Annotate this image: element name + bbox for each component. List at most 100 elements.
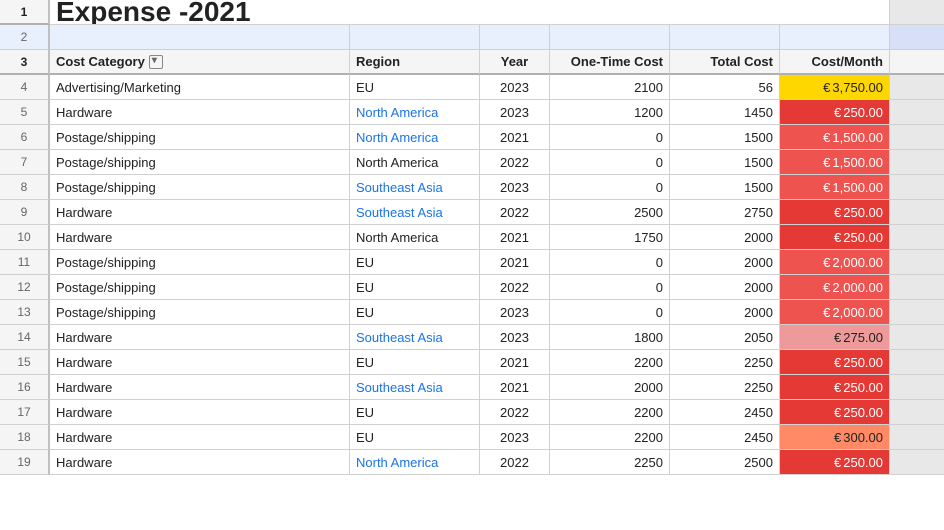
g-col-4 xyxy=(890,75,944,100)
cell-b-18: EU xyxy=(350,425,480,450)
cell-e-12: 2000 xyxy=(670,275,780,300)
euro-sign-16: € xyxy=(834,380,841,395)
filter-icon[interactable] xyxy=(149,55,163,69)
cell-b-17: EU xyxy=(350,400,480,425)
cost-month-value-19: 250.00 xyxy=(843,455,883,470)
cell-c-13: 2023 xyxy=(480,300,550,325)
cell-d-18: 2200 xyxy=(550,425,670,450)
cell-a-15: Hardware xyxy=(50,350,350,375)
cell-f-15: €250.00 xyxy=(780,350,890,375)
row-num-8: 8 xyxy=(0,175,50,200)
cell-e-9: 2750 xyxy=(670,200,780,225)
cell-f-11: €2,000.00 xyxy=(780,250,890,275)
row-num-7: 7 xyxy=(0,150,50,175)
cell-e-7: 1500 xyxy=(670,150,780,175)
cell-c-9: 2022 xyxy=(480,200,550,225)
row-num-3: 3 xyxy=(0,50,50,75)
cost-month-value-8: 1,500.00 xyxy=(832,180,883,195)
row-num-6: 6 xyxy=(0,125,50,150)
cell-c-4: 2023 xyxy=(480,75,550,100)
row2-c xyxy=(480,25,550,50)
cost-month-value-15: 250.00 xyxy=(843,355,883,370)
cell-b-8[interactable]: Southeast Asia xyxy=(350,175,480,200)
g-col-7 xyxy=(890,150,944,175)
row-num-16: 16 xyxy=(0,375,50,400)
cell-e-5: 1450 xyxy=(670,100,780,125)
euro-sign-17: € xyxy=(834,405,841,420)
cell-a-8: Postage/shipping xyxy=(50,175,350,200)
euro-sign-4: € xyxy=(823,80,830,95)
euro-sign-19: € xyxy=(834,455,841,470)
cost-month-value-11: 2,000.00 xyxy=(832,255,883,270)
cell-c-5: 2023 xyxy=(480,100,550,125)
cell-b-10: North America xyxy=(350,225,480,250)
g-col-13 xyxy=(890,300,944,325)
cell-b-12: EU xyxy=(350,275,480,300)
row-num-17: 17 xyxy=(0,400,50,425)
cell-f-12: €2,000.00 xyxy=(780,275,890,300)
cell-d-5: 1200 xyxy=(550,100,670,125)
cell-b-14[interactable]: Southeast Asia xyxy=(350,325,480,350)
cell-a-19: Hardware xyxy=(50,450,350,475)
cell-e-15: 2250 xyxy=(670,350,780,375)
cell-b-15: EU xyxy=(350,350,480,375)
header-cost-category[interactable]: Cost Category xyxy=(50,50,350,75)
euro-sign-14: € xyxy=(834,330,841,345)
g-col-3 xyxy=(890,50,944,75)
cell-f-7: €1,500.00 xyxy=(780,150,890,175)
cell-c-14: 2023 xyxy=(480,325,550,350)
cost-month-value-4: 3,750.00 xyxy=(832,80,883,95)
euro-sign-15: € xyxy=(834,355,841,370)
row-num-14: 14 xyxy=(0,325,50,350)
cell-f-10: €250.00 xyxy=(780,225,890,250)
grid: 1 Expense -2021 2 3 Cost Category Region… xyxy=(0,0,944,475)
cell-f-5: €250.00 xyxy=(780,100,890,125)
cell-b-7: North America xyxy=(350,150,480,175)
cell-d-13: 0 xyxy=(550,300,670,325)
cell-c-7: 2022 xyxy=(480,150,550,175)
cell-c-12: 2022 xyxy=(480,275,550,300)
row-num-11: 11 xyxy=(0,250,50,275)
cell-b-9[interactable]: Southeast Asia xyxy=(350,200,480,225)
cell-d-11: 0 xyxy=(550,250,670,275)
cell-c-11: 2021 xyxy=(480,250,550,275)
cell-b-16[interactable]: Southeast Asia xyxy=(350,375,480,400)
cell-e-14: 2050 xyxy=(670,325,780,350)
cell-c-19: 2022 xyxy=(480,450,550,475)
cell-a-16: Hardware xyxy=(50,375,350,400)
cost-month-value-6: 1,500.00 xyxy=(832,130,883,145)
euro-sign-6: € xyxy=(823,130,830,145)
row2-f xyxy=(780,25,890,50)
cell-a-11: Postage/shipping xyxy=(50,250,350,275)
cost-month-value-5: 250.00 xyxy=(843,105,883,120)
cell-f-6: €1,500.00 xyxy=(780,125,890,150)
cell-a-7: Postage/shipping xyxy=(50,150,350,175)
g-col-19 xyxy=(890,450,944,475)
g-col-11 xyxy=(890,250,944,275)
spreadsheet-title: Expense -2021 xyxy=(56,0,251,25)
cell-b-6[interactable]: North America xyxy=(350,125,480,150)
cell-d-19: 2250 xyxy=(550,450,670,475)
cell-e-17: 2450 xyxy=(670,400,780,425)
cell-f-13: €2,000.00 xyxy=(780,300,890,325)
cell-a-12: Postage/shipping xyxy=(50,275,350,300)
cell-d-9: 2500 xyxy=(550,200,670,225)
cell-b-19[interactable]: North America xyxy=(350,450,480,475)
cost-month-value-17: 250.00 xyxy=(843,405,883,420)
euro-sign-18: € xyxy=(834,430,841,445)
cell-b-5[interactable]: North America xyxy=(350,100,480,125)
header-year: Year xyxy=(480,50,550,75)
g-col-18 xyxy=(890,425,944,450)
cell-a-17: Hardware xyxy=(50,400,350,425)
cell-d-12: 0 xyxy=(550,275,670,300)
cell-c-10: 2021 xyxy=(480,225,550,250)
header-one-time-cost: One-Time Cost xyxy=(550,50,670,75)
euro-sign-8: € xyxy=(823,180,830,195)
g-col-9 xyxy=(890,200,944,225)
cell-f-8: €1,500.00 xyxy=(780,175,890,200)
header-cost-month: Cost/Month xyxy=(780,50,890,75)
cost-month-value-7: 1,500.00 xyxy=(832,155,883,170)
cell-a-6: Postage/shipping xyxy=(50,125,350,150)
euro-sign-12: € xyxy=(823,280,830,295)
g-col-15 xyxy=(890,350,944,375)
